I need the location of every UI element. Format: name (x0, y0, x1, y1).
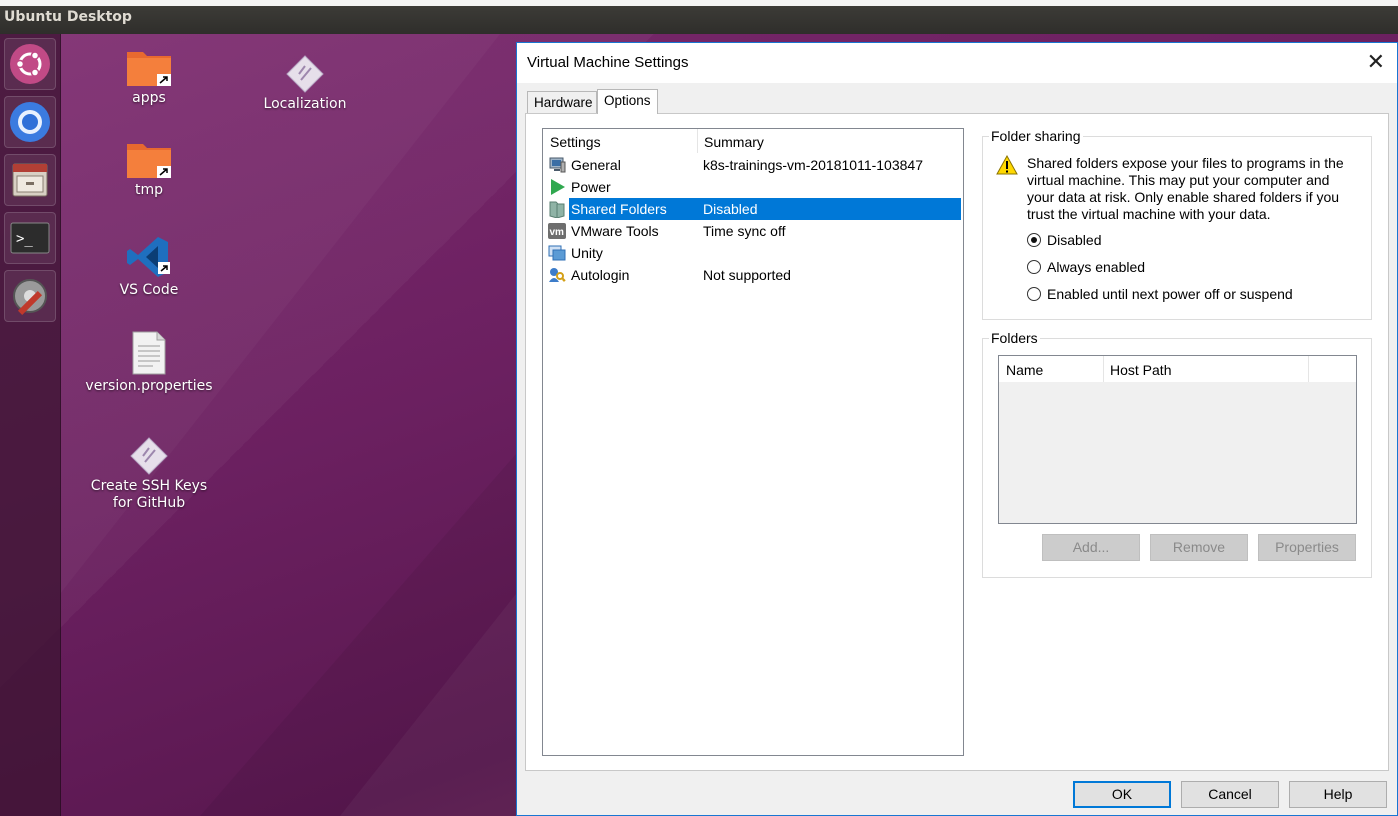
folder-sharing-warning: Shared folders expose your files to prog… (1027, 155, 1344, 222)
folder-link-icon (127, 52, 171, 86)
top-panel: Ubuntu Desktop (0, 0, 1398, 34)
ubuntu-logo-icon[interactable] (4, 38, 56, 90)
window-title: Ubuntu Desktop (4, 9, 132, 25)
monitor-icon (549, 157, 566, 173)
warning-icon (996, 155, 1018, 175)
system-settings-icon[interactable] (4, 270, 56, 322)
tab-hardware[interactable]: Hardware (527, 91, 597, 113)
tab-options[interactable]: Options (597, 89, 658, 114)
radio-label: Always enabled (1047, 259, 1146, 275)
folders-table-header: Name Host Path (999, 356, 1356, 382)
settings-row-name: General (571, 157, 621, 173)
launcher: >_ (0, 34, 61, 816)
unity-window-icon (548, 245, 566, 261)
desktop-icon-apps[interactable]: apps (79, 46, 219, 107)
settings-row-vmware-tools[interactable]: vm VMware Tools Time sync off (543, 220, 963, 242)
script-icon (130, 437, 168, 475)
shared-folder-icon (549, 201, 565, 218)
vmware-icon: vm (548, 223, 566, 239)
column-header-host-path[interactable]: Host Path (1110, 362, 1171, 378)
user-key-icon (549, 268, 566, 282)
desktop-icon-label: apps (132, 90, 166, 106)
column-divider[interactable] (1103, 356, 1104, 382)
desktop-icon-label-line2: for GitHub (112, 495, 186, 511)
column-divider[interactable] (1308, 356, 1309, 382)
settings-row-name: Unity (571, 245, 603, 261)
settings-row-general[interactable]: General k8s-trainings-vm-20181011-103847 (543, 154, 963, 176)
settings-row-summary: Not supported (703, 267, 791, 283)
settings-list-header: Settings Summary (543, 129, 963, 153)
settings-row-name: Shared Folders (571, 201, 667, 217)
desktop-icon-label: tmp (134, 182, 163, 198)
folder-link-icon (127, 144, 171, 178)
folder-properties-button[interactable]: Properties (1258, 534, 1356, 561)
column-header-name[interactable]: Name (1006, 362, 1043, 378)
vm-settings-dialog: Virtual Machine Settings ✕ Hardware Opti… (516, 42, 1398, 816)
text-file-icon (132, 331, 166, 375)
desktop-icon-tmp[interactable]: tmp (79, 138, 219, 199)
radio-button[interactable] (1027, 233, 1041, 247)
column-divider[interactable] (697, 129, 698, 153)
desktop-icon-create-ssh-keys[interactable]: Create SSH Keys for GitHub (79, 436, 219, 512)
settings-row-summary: k8s-trainings-vm-20181011-103847 (703, 157, 923, 173)
desktop-icon-localization[interactable]: Localization (235, 54, 375, 113)
settings-row-name: Power (571, 179, 611, 195)
column-header-summary[interactable]: Summary (704, 134, 764, 150)
radio-button[interactable] (1027, 260, 1041, 274)
terminal-icon[interactable]: >_ (4, 212, 56, 264)
settings-row-autologin[interactable]: Autologin Not supported (543, 264, 963, 286)
close-icon[interactable]: ✕ (1367, 51, 1385, 73)
settings-row-unity[interactable]: Unity (543, 242, 963, 264)
remove-folder-button[interactable]: Remove (1150, 534, 1248, 561)
settings-row-power[interactable]: Power (543, 176, 963, 198)
settings-list[interactable]: Settings Summary General k8s-trainings-v… (542, 128, 964, 756)
radio-label: Enabled until next power off or suspend (1047, 286, 1293, 302)
dialog-title: Virtual Machine Settings (527, 54, 689, 71)
desktop-icon-label-line1: Create SSH Keys (90, 478, 208, 494)
desktop-icon-label: version.properties (85, 378, 213, 394)
folder-sharing-group: Folder sharing Shared folders expose you… (982, 128, 1372, 320)
play-icon (551, 179, 565, 195)
column-header-settings[interactable]: Settings (550, 134, 601, 150)
options-panel: Settings Summary General k8s-trainings-v… (525, 113, 1389, 771)
radio-label: Disabled (1047, 232, 1102, 248)
dialog-titlebar: Virtual Machine Settings ✕ (517, 43, 1397, 83)
svg-text:>_: >_ (16, 231, 33, 247)
desktop-icon-label: Localization (263, 96, 347, 112)
ok-button[interactable]: OK (1073, 781, 1171, 808)
settings-row-summary: Disabled (703, 201, 758, 217)
script-icon (286, 55, 324, 93)
folder-sharing-label: Folder sharing (989, 128, 1083, 144)
cancel-button[interactable]: Cancel (1181, 781, 1279, 808)
chromium-icon[interactable] (4, 96, 56, 148)
radio-button[interactable] (1027, 287, 1041, 301)
add-folder-button[interactable]: Add... (1042, 534, 1140, 561)
folders-group: Folders Name Host Path Add... Remove Pro… (982, 330, 1372, 578)
desktop-icon-vscode[interactable]: VS Code (79, 234, 219, 299)
file-cabinet-icon[interactable] (4, 154, 56, 206)
vscode-icon (127, 237, 170, 277)
settings-row-name: VMware Tools (571, 223, 659, 239)
folders-label: Folders (989, 330, 1040, 346)
svg-text:vm: vm (550, 227, 565, 238)
settings-row-summary: Time sync off (703, 223, 786, 239)
desktop-icon-version-properties[interactable]: version.properties (79, 330, 219, 395)
settings-row-shared-folders[interactable]: Shared Folders Disabled (543, 198, 963, 220)
desktop-icon-label: VS Code (119, 282, 179, 298)
folders-table[interactable]: Name Host Path (998, 355, 1357, 524)
help-button[interactable]: Help (1289, 781, 1387, 808)
settings-row-name: Autologin (571, 267, 630, 283)
